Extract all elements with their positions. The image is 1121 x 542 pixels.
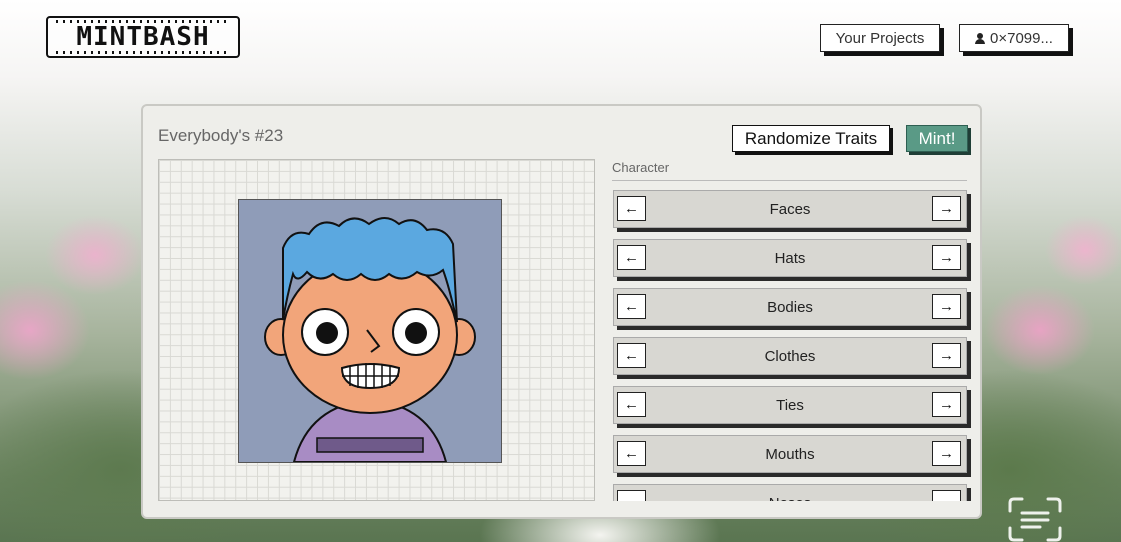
faces-prev-button[interactable]: ← xyxy=(617,196,646,221)
ties-prev-button[interactable]: ← xyxy=(617,392,646,417)
trait-label: Clothes xyxy=(764,347,816,365)
noses-next-button[interactable]: → xyxy=(932,490,961,501)
mint-button[interactable]: Mint! xyxy=(906,125,968,152)
trait-row-noses: ← Noses → xyxy=(613,484,967,501)
hats-next-button[interactable]: → xyxy=(932,245,961,270)
trait-label: Bodies xyxy=(767,298,813,316)
trait-row-clothes: ← Clothes → xyxy=(613,337,967,375)
trait-label: Mouths xyxy=(765,445,815,463)
logo[interactable]: MINTBASH xyxy=(46,16,240,58)
hats-prev-button[interactable]: ← xyxy=(617,245,646,270)
randomize-traits-button[interactable]: Randomize Traits xyxy=(732,125,890,152)
your-projects-button[interactable]: Your Projects xyxy=(820,24,940,52)
mouths-next-button[interactable]: → xyxy=(932,441,961,466)
character-preview xyxy=(238,199,502,463)
noses-prev-button[interactable]: ← xyxy=(617,490,646,501)
trait-label: Ties xyxy=(776,396,804,414)
trait-label: Hats xyxy=(774,249,806,267)
header: MINTBASH Your Projects 0×7099... xyxy=(0,0,1121,80)
trait-row-mouths: ← Mouths → xyxy=(613,435,967,473)
bodies-next-button[interactable]: → xyxy=(932,294,961,319)
trait-row-hats: ← Hats → xyxy=(613,239,967,277)
faces-next-button[interactable]: → xyxy=(932,196,961,221)
section-divider xyxy=(612,180,967,181)
trait-label: Noses xyxy=(654,485,926,502)
bodies-prev-button[interactable]: ← xyxy=(617,294,646,319)
trait-row-ties: ← Ties → xyxy=(613,386,967,424)
ties-next-button[interactable]: → xyxy=(932,392,961,417)
editor-panel: Everybody's #23 Randomize Traits Mint! C… xyxy=(141,104,982,519)
trait-row-faces: ← Faces → xyxy=(613,190,967,228)
clothes-prev-button[interactable]: ← xyxy=(617,343,646,368)
trait-row-bodies: ← Bodies → xyxy=(613,288,967,326)
wallet-address: 0×7099... xyxy=(990,29,1053,47)
section-label: Character xyxy=(612,160,670,175)
project-title: Everybody's #23 xyxy=(158,126,284,145)
mouths-prev-button[interactable]: ← xyxy=(617,441,646,466)
character-illustration xyxy=(264,217,476,462)
wallet-button[interactable]: 0×7099... xyxy=(959,24,1069,52)
trait-label: Faces xyxy=(769,200,811,218)
preview-canvas xyxy=(158,159,595,501)
scan-icon[interactable] xyxy=(1008,497,1062,542)
clothes-next-button[interactable]: → xyxy=(932,343,961,368)
user-icon xyxy=(975,32,985,44)
trait-list[interactable]: ← Faces → ← Hats → ← Bodies → ← Clothes … xyxy=(613,190,973,501)
